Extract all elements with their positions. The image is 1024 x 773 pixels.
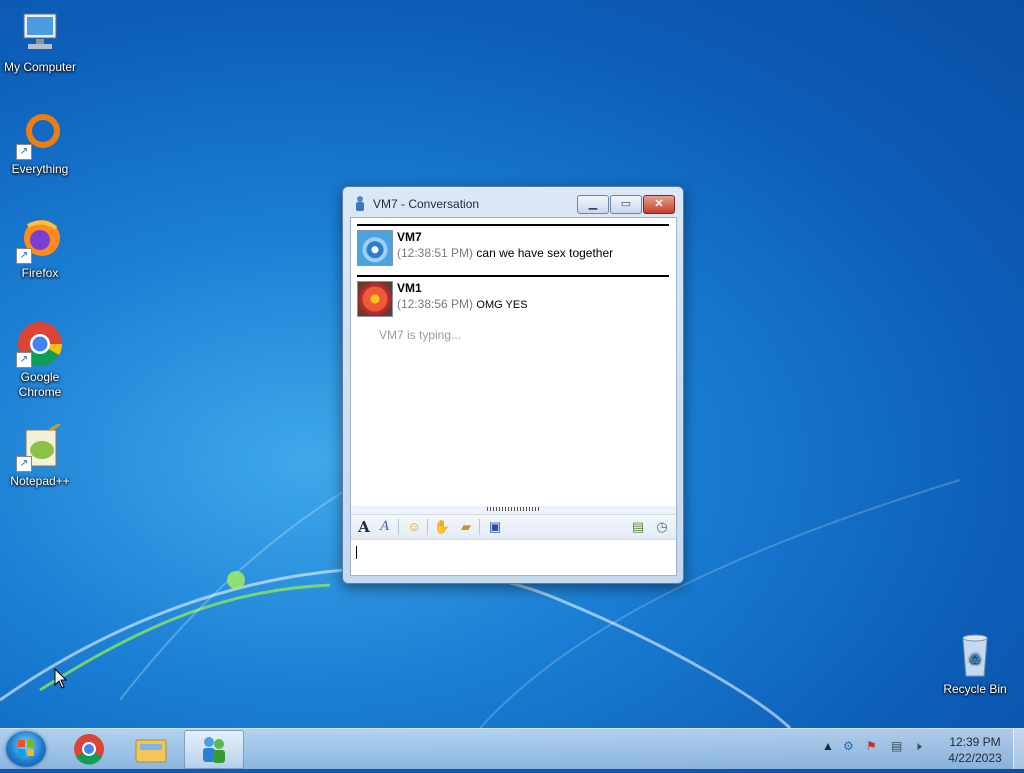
recycle-bin-icon: ♻ [951,632,999,680]
message-timestamp: (12:38:56 PM) [397,297,474,311]
text-caret [356,546,357,559]
message-item: VM7 (12:38:51 PM) can we have sex togeth… [357,224,669,270]
show-hidden-icons-button[interactable]: ▲ [822,739,834,753]
volume-muted-icon[interactable]: 🕨 [914,739,922,754]
message-line: (12:38:56 PM) OMG YES [397,297,528,311]
desktop-icon-label: Firefox [21,266,59,280]
messenger-icon [203,737,225,763]
conversation-window[interactable]: VM7 - Conversation ▁ ▭ ✕ VM7 (12:38:51 P… [342,186,684,584]
clock[interactable]: 12:39 PM 4/22/2023 [940,734,1010,766]
folder-icon [135,739,167,763]
avatar [357,230,393,266]
start-button[interactable] [6,731,46,767]
message-history[interactable]: VM7 (12:38:51 PM) can we have sex togeth… [351,218,676,506]
message-line: (12:38:51 PM) can we have sex together [397,246,613,260]
network-tray-icon[interactable]: ⚙ [843,739,854,753]
clock-date: 4/22/2023 [948,751,1002,765]
message-text: OMG YES [476,299,528,311]
window-title: VM7 - Conversation [373,197,480,211]
pane-splitter[interactable] [351,506,676,514]
desktop-icon-my-computer[interactable]: My Computer [0,10,80,74]
maximize-button[interactable]: ▭ [610,195,642,214]
shortcut-arrow-icon: ↗ [16,248,32,264]
history-icon[interactable]: ◷ [653,518,671,536]
taskbar-chrome[interactable] [60,730,118,767]
desktop-icon-label: My Computer [3,60,77,74]
nudge-icon[interactable]: ✋ [433,518,451,536]
action-center-flag-icon[interactable]: ⚑ [866,739,877,753]
desktop-icon-recycle-bin[interactable]: ♻ Recycle Bin [935,632,1015,696]
emoticon-icon[interactable]: ☺ [405,518,423,536]
toolbar-separator [398,519,399,535]
windows-logo-icon [18,740,34,756]
send-file-icon[interactable]: ▰ [457,518,475,536]
message-timestamp: (12:38:51 PM) [397,246,474,260]
font-color-icon[interactable]: A [376,518,394,536]
desktop-icon-google-chrome[interactable]: ↗ Google Chrome [0,320,80,400]
network-status-icon[interactable]: ▤ [891,739,902,753]
desktop-icon-firefox[interactable]: ↗ Firefox [0,216,80,280]
save-icon[interactable]: ▣ [486,518,504,536]
toolbar-separator [479,519,480,535]
close-button[interactable]: ✕ [643,195,675,214]
paste-icon[interactable]: ▤ [629,518,647,536]
chrome-icon: ↗ [16,320,64,368]
sender-name: VM1 [397,281,422,295]
taskbar: ▲ ⚙ ⚑ ▤ 🕨 12:39 PM 4/22/2023 [0,728,1024,769]
conversation-client-area: VM7 (12:38:51 PM) can we have sex togeth… [350,217,677,576]
show-desktop-button[interactable] [1013,729,1024,769]
clock-time: 12:39 PM [949,735,1001,749]
shortcut-arrow-icon: ↗ [16,352,32,368]
message-toolbar: A A ☺ ✋ ▰ ▣ ▤ ◷ [351,514,676,540]
message-input[interactable] [351,540,676,575]
notepad-plus-plus-icon: ↗ [16,422,64,472]
minimize-button[interactable]: ▁ [577,195,609,214]
desktop-icon-label: Everything [11,162,69,176]
desktop-icon-notepad-plus-plus[interactable]: ↗ Notepad++ [0,422,80,488]
shortcut-arrow-icon: ↗ [16,144,32,160]
taskbar-file-explorer[interactable] [122,730,180,767]
desktop-icon-everything[interactable]: ↗ Everything [0,112,80,176]
splitter-grip[interactable] [487,507,541,511]
desktop-icon-label: Recycle Bin [943,682,1007,696]
message-item: VM1 (12:38:56 PM) OMG YES [357,275,669,321]
desktop-icon-label: Google Chrome [18,370,62,399]
message-text: can we have sex together [476,246,614,260]
mouse-cursor [54,668,68,689]
messenger-icon [356,196,364,211]
everything-icon: ↗ [16,112,64,160]
typing-indicator: VM7 is typing... [379,328,462,342]
svg-text:♻: ♻ [969,651,982,667]
font-icon[interactable]: A [355,518,373,536]
computer-icon [16,10,64,58]
desktop-icon-label: Notepad++ [10,474,70,488]
avatar [357,281,393,317]
taskbar-messenger[interactable] [184,730,244,769]
chrome-icon [74,734,104,765]
window-titlebar[interactable]: VM7 - Conversation ▁ ▭ ✕ [343,187,683,219]
toolbar-separator [427,519,428,535]
firefox-icon: ↗ [16,216,64,264]
shortcut-arrow-icon: ↗ [16,456,32,472]
sender-name: VM7 [397,230,422,244]
